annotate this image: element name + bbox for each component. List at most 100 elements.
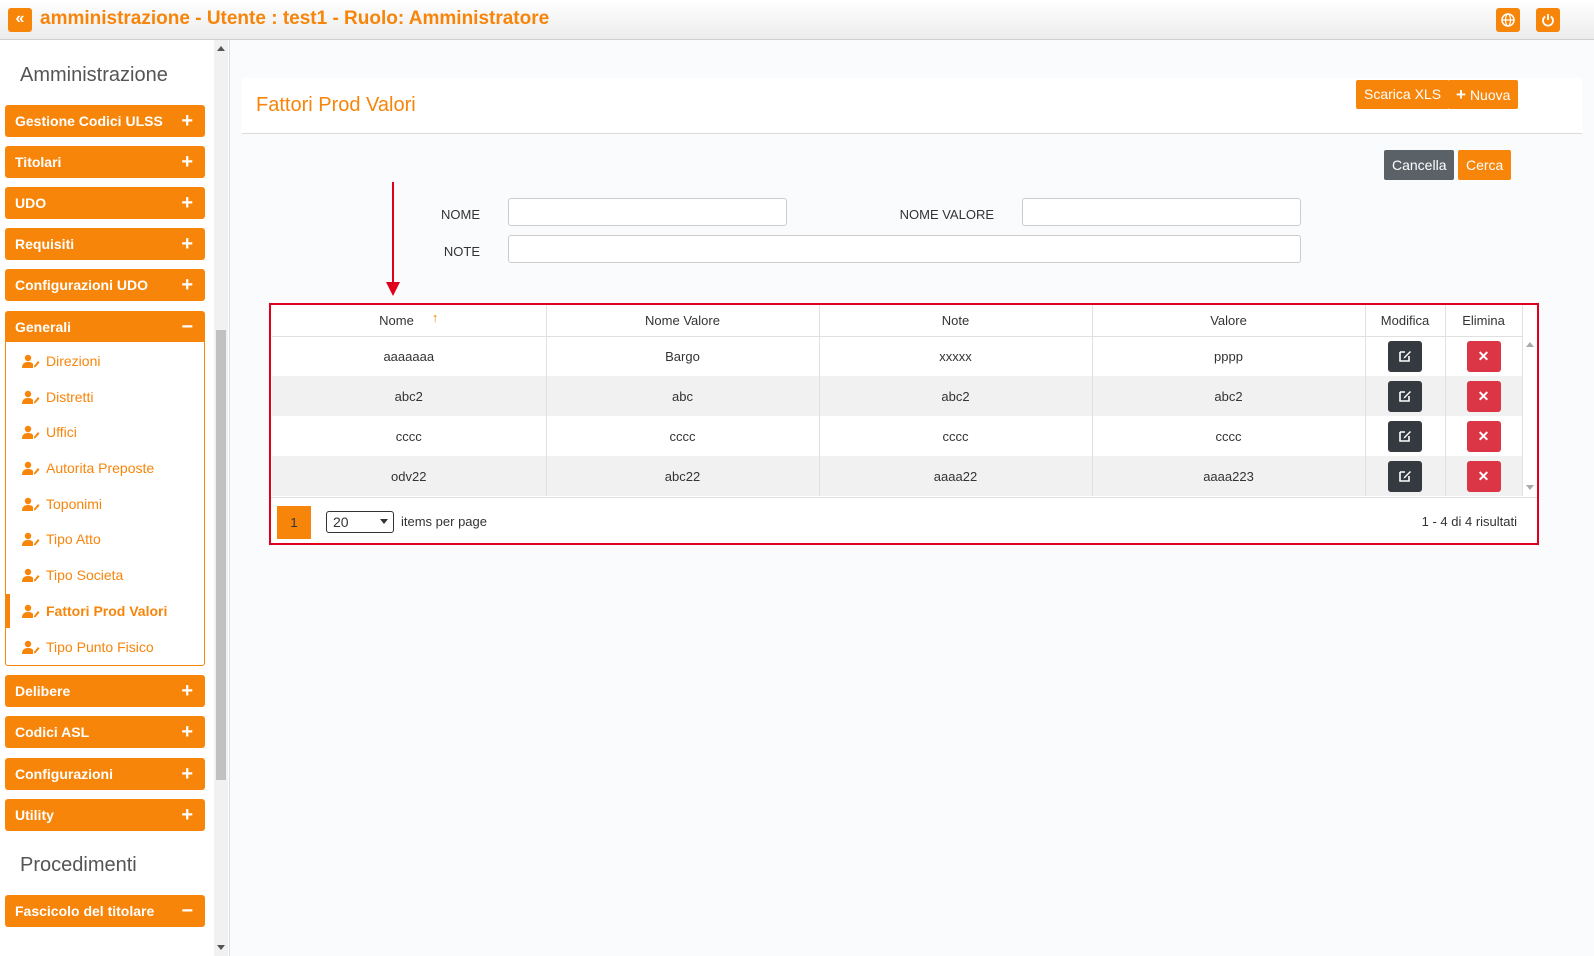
sidebar-item-uffici[interactable]: Uffici — [6, 415, 204, 449]
cell-nome-valore: Bargo — [546, 336, 820, 376]
top-bar: « amministrazione - Utente : test1 - Ruo… — [0, 0, 1594, 40]
results-grid: Nome ↑ Nome Valore Note Valore Modifica E… — [269, 303, 1539, 545]
sidebar-item-direzioni[interactable]: Direzioni — [6, 344, 204, 378]
double-chevron-left-icon[interactable]: « — [8, 8, 32, 32]
menu-gestione-codici-ulss[interactable]: Gestione Codici ULSS + — [5, 105, 205, 137]
plus-icon: + — [181, 192, 193, 214]
menu-delibere[interactable]: Delibere + — [5, 675, 205, 707]
cell-elimina: ✕ — [1445, 456, 1523, 496]
cell-valore: pppp — [1092, 336, 1366, 376]
cell-note: xxxxx — [819, 336, 1093, 376]
table-header-row: Nome ↑ Nome Valore Note Valore Modifica E… — [272, 305, 1523, 337]
menu-label: Delibere — [15, 683, 71, 699]
note-input[interactable] — [508, 235, 1301, 263]
minus-icon: − — [181, 900, 193, 922]
cell-nome: aaaaaaa — [272, 336, 547, 376]
cell-modifica — [1365, 336, 1446, 376]
download-xls-button[interactable]: Scarica XLS — [1356, 80, 1450, 109]
sidebar-item-label: Fattori Prod Valori — [46, 603, 168, 619]
plus-icon: + — [181, 274, 193, 296]
delete-icon[interactable]: ✕ — [1466, 340, 1501, 372]
section-title-amministrazione: Amministrazione — [20, 64, 168, 86]
sidebar-item-distretti[interactable]: Distretti — [6, 380, 204, 414]
submenu-generali: Direzioni Distretti Uffici Autorita Prep… — [5, 342, 205, 666]
edit-icon[interactable] — [1388, 340, 1422, 372]
cell-nome: abc2 — [272, 376, 547, 416]
page-number-button[interactable]: 1 — [277, 506, 311, 539]
sidebar-item-label: Toponimi — [46, 496, 103, 512]
column-header-nome[interactable]: Nome ↑ — [272, 305, 547, 337]
chevron-down-icon — [380, 519, 388, 524]
power-icon[interactable] — [1536, 8, 1560, 32]
delete-icon[interactable]: ✕ — [1466, 380, 1501, 412]
plus-icon: + — [181, 151, 193, 173]
cell-note: cccc — [819, 416, 1093, 456]
menu-titolari[interactable]: Titolari + — [5, 146, 205, 178]
menu-generali[interactable]: Generali − — [5, 311, 205, 343]
table-row: aaaaaaa Bargo xxxxx pppp ✕ — [272, 336, 1523, 376]
edit-icon[interactable] — [1388, 460, 1422, 492]
cell-nome: odv22 — [272, 456, 547, 496]
menu-udo[interactable]: UDO + — [5, 187, 205, 219]
annotation-arrow-line — [392, 182, 394, 284]
main-content: Fattori Prod Valori Scarica XLS + Nuova C… — [230, 40, 1594, 956]
menu-fascicolo-del-titolare[interactable]: Fascicolo del titolare − — [5, 895, 205, 927]
column-header-elimina: Elimina — [1445, 305, 1523, 337]
edit-icon[interactable] — [1388, 380, 1422, 412]
minus-icon: − — [181, 316, 193, 338]
sidebar-scrollbar[interactable] — [214, 40, 228, 956]
sidebar-item-tipo-societa[interactable]: Tipo Societa — [6, 558, 204, 592]
menu-configurazioni-udo[interactable]: Configurazioni UDO + — [5, 269, 205, 301]
nome-valore-input[interactable] — [1022, 198, 1301, 226]
edit-icon[interactable] — [1388, 420, 1422, 452]
table-scrollbar[interactable] — [1523, 336, 1537, 496]
sidebar-item-tipo-punto-fisico[interactable]: Tipo Punto Fisico — [6, 630, 204, 664]
section-title-procedimenti: Procedimenti — [20, 854, 137, 876]
plus-icon: + — [181, 233, 193, 255]
search-button[interactable]: Cerca — [1458, 150, 1512, 180]
scroll-up-arrow-icon[interactable] — [1526, 342, 1534, 347]
table-row: abc2 abc abc2 abc2 ✕ — [272, 376, 1523, 416]
cell-note: abc2 — [819, 376, 1093, 416]
sidebar-item-tipo-atto[interactable]: Tipo Atto — [6, 522, 204, 556]
column-header-nome-valore[interactable]: Nome Valore — [546, 305, 820, 337]
menu-label: Fascicolo del titolare — [15, 903, 155, 919]
new-button[interactable]: + Nuova — [1448, 80, 1519, 109]
delete-icon[interactable]: ✕ — [1466, 460, 1501, 492]
table-row: cccc cccc cccc cccc ✕ — [272, 416, 1523, 456]
cell-note: aaaa22 — [819, 456, 1093, 496]
scroll-down-arrow-icon[interactable] — [217, 945, 225, 950]
sidebar-item-label: Autorita Preposte — [46, 460, 155, 476]
cell-nome-valore: abc22 — [546, 456, 820, 496]
sidebar-item-autorita-preposte[interactable]: Autorita Preposte — [6, 451, 204, 485]
plus-icon: + — [181, 804, 193, 826]
column-header-note[interactable]: Note — [819, 305, 1093, 337]
menu-configurazioni[interactable]: Configurazioni + — [5, 758, 205, 790]
menu-label: Codici ASL — [15, 724, 90, 740]
delete-icon[interactable]: ✕ — [1466, 420, 1501, 452]
sort-ascending-icon[interactable]: ↑ — [432, 310, 439, 325]
page-size-select[interactable]: 20 — [326, 511, 394, 533]
menu-codici-asl[interactable]: Codici ASL + — [5, 716, 205, 748]
menu-utility[interactable]: Utility + — [5, 799, 205, 831]
cell-modifica — [1365, 456, 1446, 496]
scroll-thumb[interactable] — [216, 330, 226, 780]
cell-valore: cccc — [1092, 416, 1366, 456]
user-edit-icon — [22, 568, 40, 582]
sidebar-item-label: Distretti — [46, 389, 94, 405]
menu-requisiti[interactable]: Requisiti + — [5, 228, 205, 260]
globe-icon[interactable] — [1496, 8, 1520, 32]
clear-button[interactable]: Cancella — [1384, 150, 1455, 180]
sidebar-item-fattori-prod-valori[interactable]: Fattori Prod Valori — [6, 594, 204, 628]
cell-valore: aaaa223 — [1092, 456, 1366, 496]
page-title: Fattori Prod Valori — [256, 94, 416, 116]
nome-input[interactable] — [508, 198, 787, 226]
user-edit-icon — [22, 461, 40, 475]
cell-elimina: ✕ — [1445, 376, 1523, 416]
sidebar-item-toponimi[interactable]: Toponimi — [6, 487, 204, 521]
scroll-down-arrow-icon[interactable] — [1526, 485, 1534, 490]
column-header-valore[interactable]: Valore — [1092, 305, 1366, 337]
sidebar-item-label: Tipo Societa — [46, 567, 124, 583]
cell-nome-valore: cccc — [546, 416, 820, 456]
scroll-up-arrow-icon[interactable] — [217, 46, 225, 51]
